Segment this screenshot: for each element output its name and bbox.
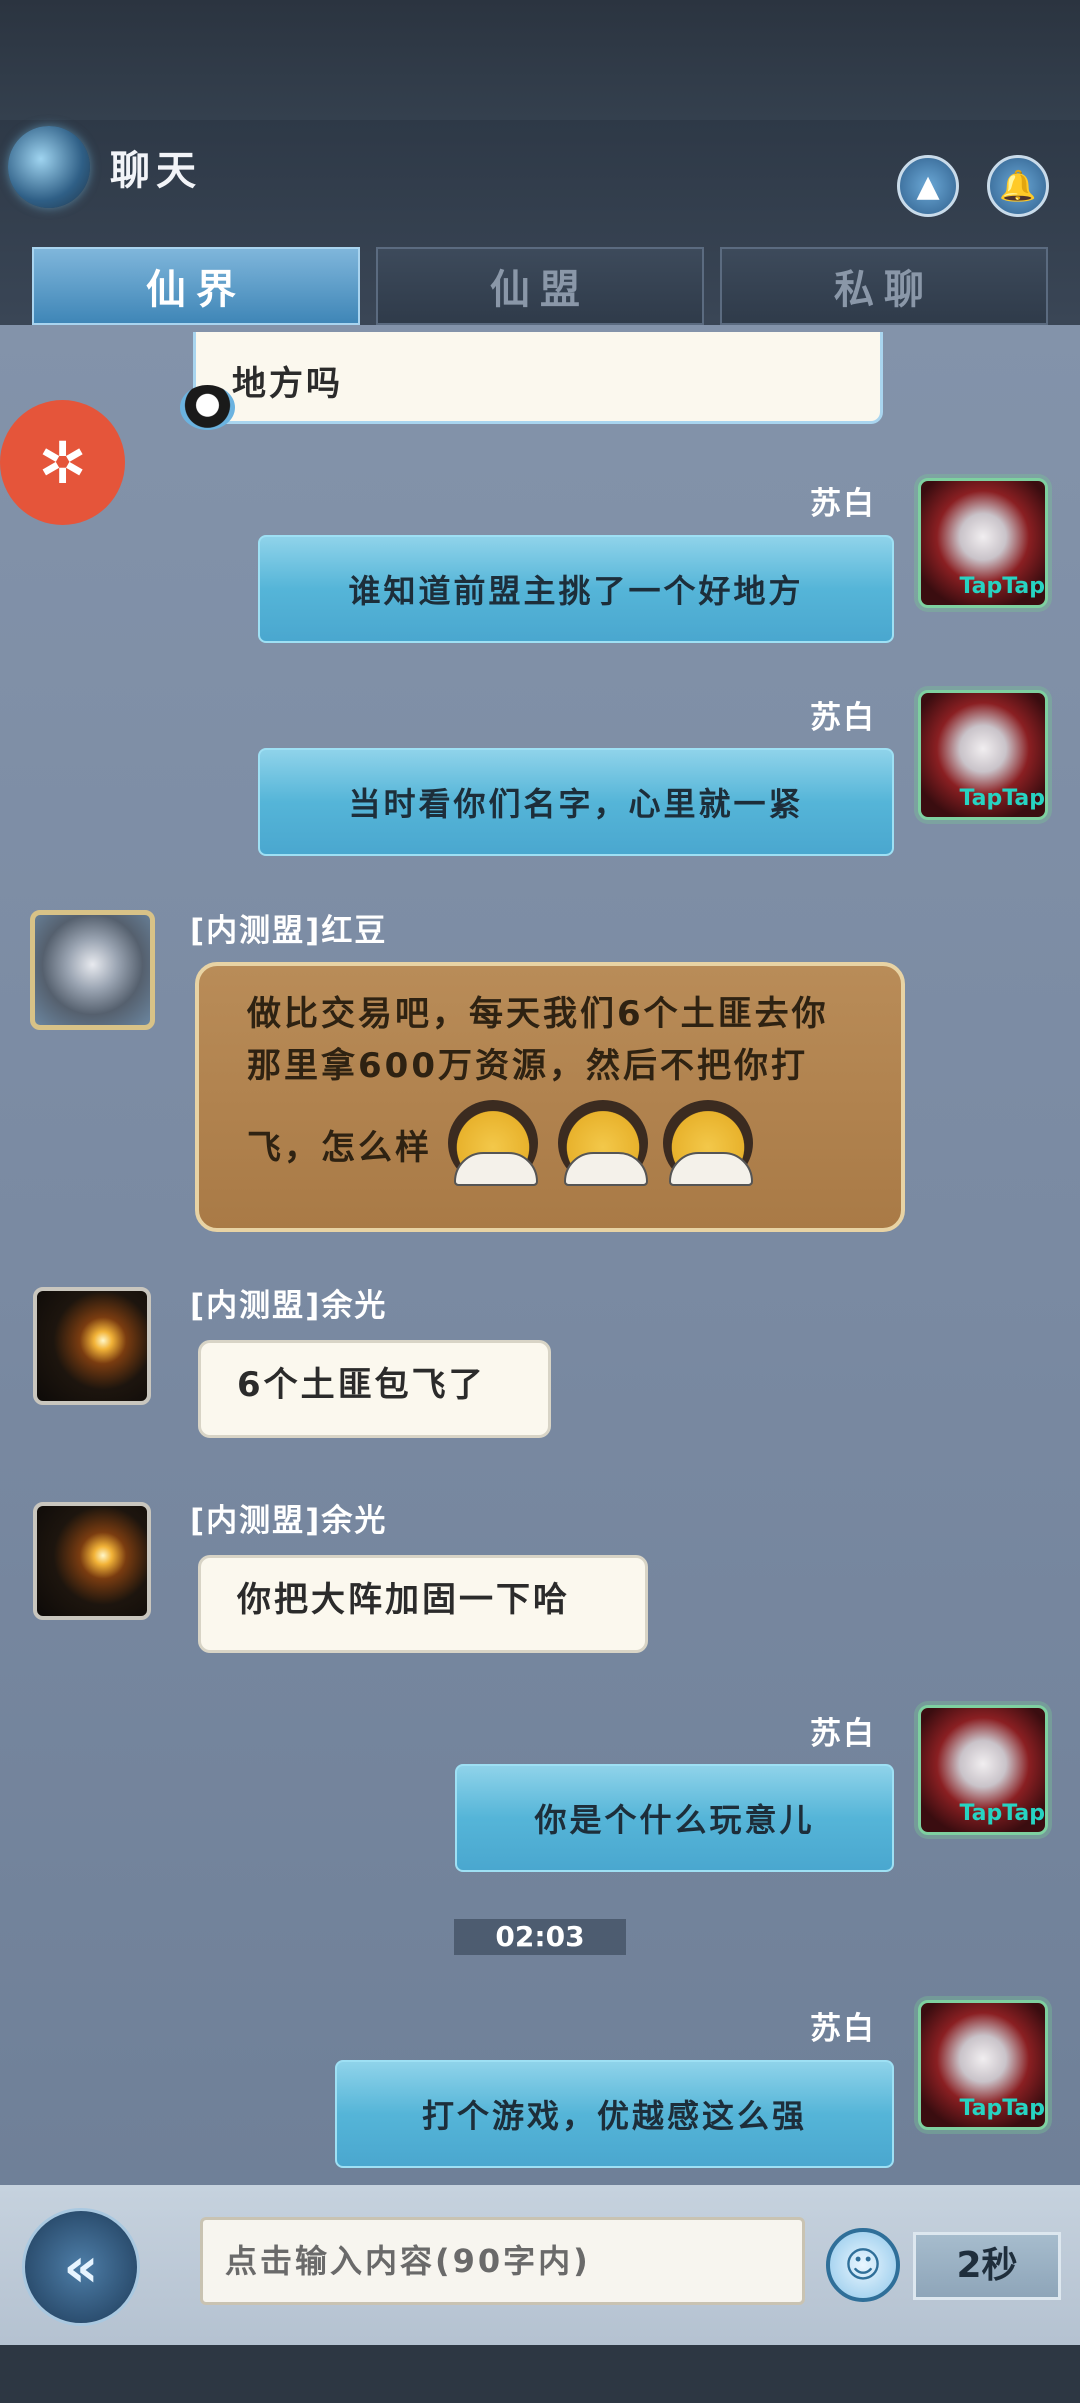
chat-input[interactable]: 点击输入内容(90字内) [200,2217,805,2305]
avatar[interactable]: TapTap [918,478,1048,608]
message-text: 地方吗 [232,364,343,404]
sparkle-icon: ✲ [38,428,87,497]
fan-icon [454,1152,538,1186]
sender-name: 苏白 [810,486,876,522]
bell-icon: 🔔 [999,168,1037,204]
message-text: 当时看你们名字，心里就一紧 [348,785,804,823]
message-bubble: 你把大阵加固一下哈 [198,1555,648,1653]
taptap-badge: TapTap [959,2096,1045,2121]
page-title: 聊天 [110,148,202,194]
fan-icon [669,1152,753,1186]
fan-face-emoji-icon [448,1100,538,1186]
message-text: 谁知道前盟主挑了一个好地方 [348,572,804,610]
tab-xianmeng[interactable]: 仙盟 [376,247,704,325]
qq-penguin-icon [180,385,235,430]
message-timestamp: 02:03 [454,1919,626,1955]
avatar[interactable] [30,910,155,1030]
message-text-line: 做比交易吧，每天我们6个土匪去你 [247,994,829,1034]
sender-name: 苏白 [810,700,876,736]
smiley-icon: ☺ [844,2244,882,2286]
tab-xianjie[interactable]: 仙界 [32,247,360,325]
sender-name: [内测盟]红豆 [190,913,388,949]
sender-name: [内测盟]余光 [190,1503,388,1539]
chat-logo-icon [8,126,90,208]
fan-icon [564,1152,648,1186]
message-text: 打个游戏，优越感这么强 [421,2097,807,2135]
tab-private-chat[interactable]: 私聊 [720,247,1048,325]
taptap-badge: TapTap [959,1801,1045,1826]
avatar[interactable] [33,1287,151,1405]
message-bubble: 你是个什么玩意儿 [455,1764,894,1872]
back-arrow-icon: « [63,2235,99,2299]
message-text: 你是个什么玩意儿 [534,1801,815,1839]
emoji-picker-button[interactable]: ☺ [826,2228,900,2302]
guild-icon: ▲ [916,168,940,204]
message-text-line: 那里拿600万资源，然后不把你打 [247,1046,808,1086]
message-text: 你把大阵加固一下哈 [237,1580,570,1620]
floating-assistant-button[interactable]: ✲ [0,400,125,525]
sender-name: 苏白 [810,1716,876,1752]
avatar[interactable] [33,1502,151,1620]
back-button[interactable]: « [22,2208,140,2326]
guild-icon-button[interactable]: ▲ [897,155,959,217]
taptap-badge: TapTap [959,574,1045,599]
message-text: 6个土匪包飞了 [237,1365,486,1405]
message-bubble: 6个土匪包飞了 [198,1340,551,1438]
send-cooldown-button[interactable]: 2秒 [913,2232,1061,2300]
message-bubble: 当时看你们名字，心里就一紧 [258,748,894,856]
sender-name: [内测盟]余光 [190,1288,388,1324]
taptap-badge: TapTap [959,786,1045,811]
message-bubble: 谁知道前盟主挑了一个好地方 [258,535,894,643]
fan-face-emoji-icon [558,1100,648,1186]
message-bubble: 地方吗 [193,332,883,424]
avatar[interactable]: TapTap [918,1705,1048,1835]
chat-input-placeholder: 点击输入内容(90字内) [225,2242,591,2280]
navigation-bar-area [0,2345,1080,2403]
message-text-line: 飞，怎么样 [247,1128,432,1168]
message-bubble: 做比交易吧，每天我们6个土匪去你 那里拿600万资源，然后不把你打 飞，怎么样 [195,962,905,1232]
notification-bell-button[interactable]: 🔔 [987,155,1049,217]
avatar[interactable]: TapTap [918,690,1048,820]
fan-face-emoji-icon [663,1100,753,1186]
sender-name: 苏白 [810,2011,876,2047]
status-bar-area [0,0,1080,120]
message-bubble: 打个游戏，优越感这么强 [335,2060,894,2168]
avatar[interactable]: TapTap [918,2000,1048,2130]
